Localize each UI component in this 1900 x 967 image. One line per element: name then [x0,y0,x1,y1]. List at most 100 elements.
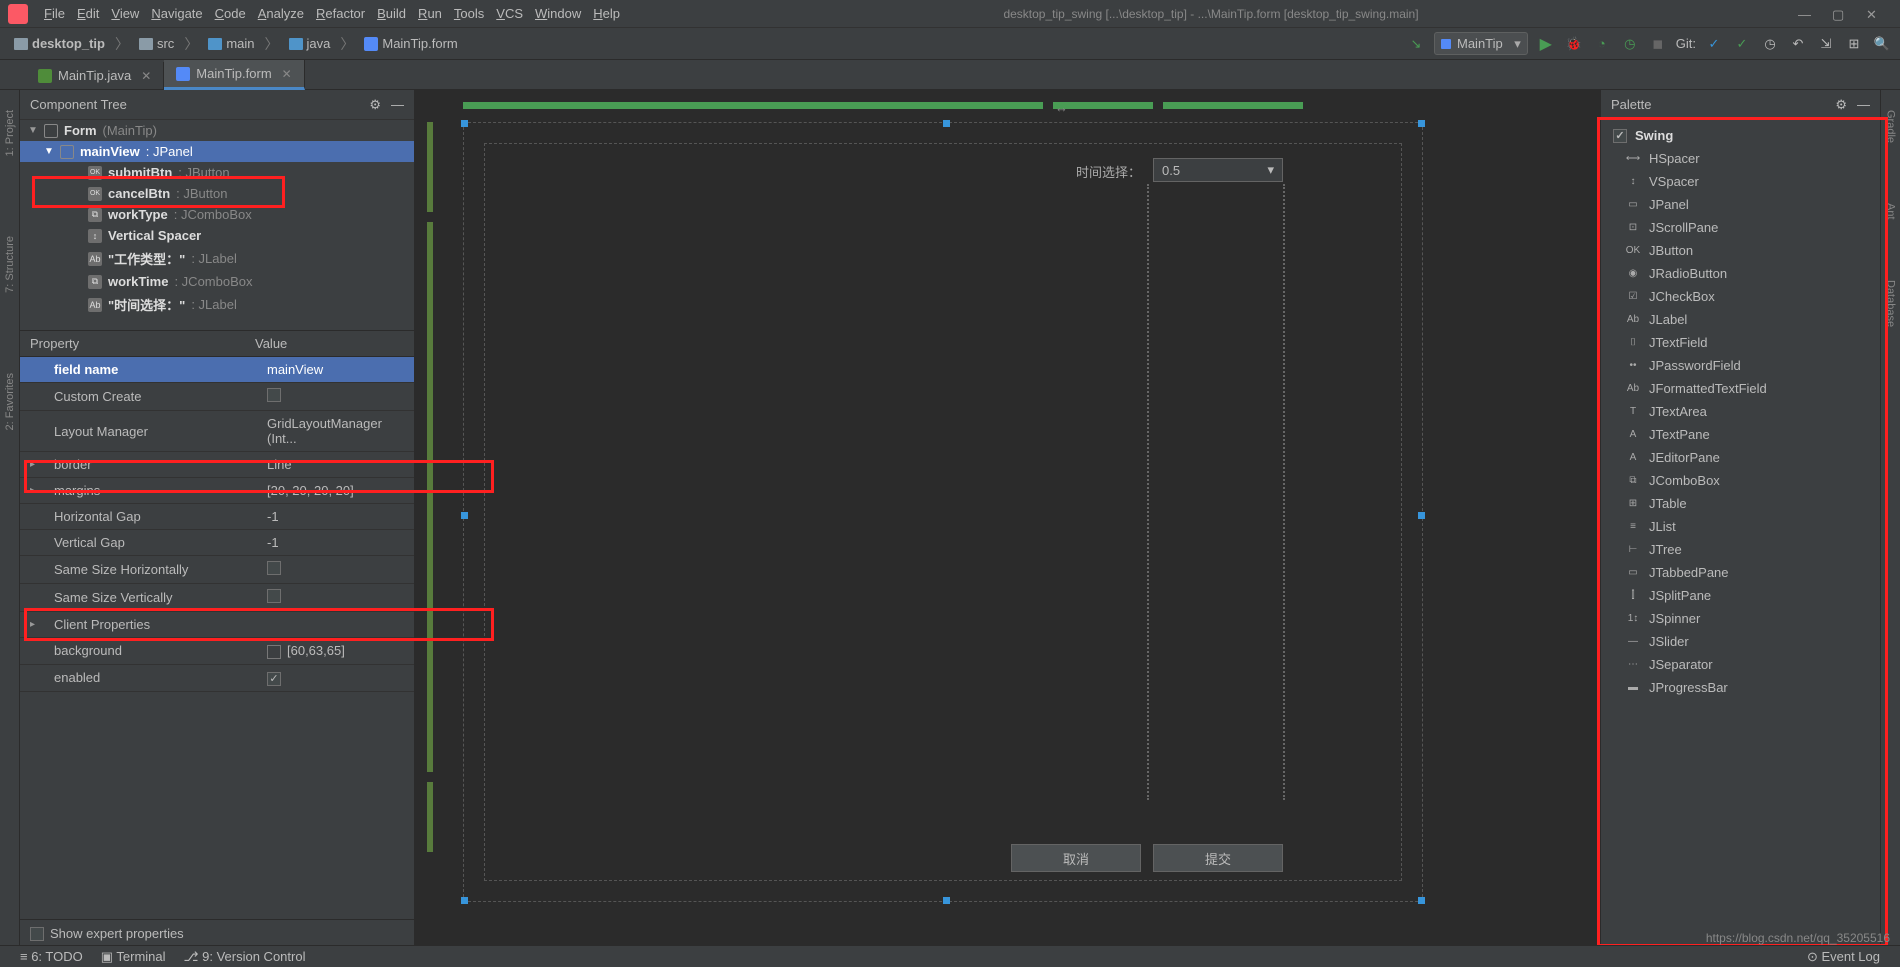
gear-icon[interactable]: ⚙ [1835,97,1847,113]
palette-group-swing[interactable]: Swing [1601,124,1880,147]
property-row[interactable]: field namemainView [20,357,414,383]
menu-file[interactable]: File [40,4,69,23]
ide-structure-icon[interactable]: ⊞ [1844,34,1864,54]
selection-handle[interactable] [1418,897,1425,904]
debug-icon[interactable]: 🐞 [1564,34,1584,54]
tool-window-project[interactable]: 1: Project [4,110,16,156]
menu-vcs[interactable]: VCS [492,4,527,23]
run-icon[interactable]: ▶ [1536,34,1556,54]
close-icon[interactable]: ✕ [1866,7,1880,21]
git-update-icon[interactable]: ✓ [1704,34,1724,54]
tree-node[interactable]: ⧉workTime : JComboBox [20,271,414,292]
palette-item-jeditorpane[interactable]: AJEditorPane [1601,446,1880,469]
stop-icon[interactable]: ◼ [1648,34,1668,54]
form-canvas[interactable]: 时间选择： 0.5 ▾ 取消 提交 [463,122,1423,902]
property-row[interactable]: Layout ManagerGridLayoutManager (Int... [20,411,414,452]
breadcrumb-item[interactable]: desktop_tip [8,34,111,53]
palette-item-jslider[interactable]: —JSlider [1601,630,1880,653]
palette-item-jpasswordfield[interactable]: ••JPasswordField [1601,354,1880,377]
property-row[interactable]: Same Size Vertically [20,584,414,612]
tab-maintip-java[interactable]: MainTip.java✕ [26,62,164,89]
coverage-icon[interactable]: ◔ [1592,34,1612,54]
run-configuration-selector[interactable]: MainTip [1434,32,1528,55]
property-row[interactable]: background[60,63,65] [20,638,414,665]
property-row[interactable]: Vertical Gap-1 [20,530,414,556]
profile-icon[interactable]: ◷ [1620,34,1640,54]
palette-item-jcheckbox[interactable]: ☑JCheckBox [1601,285,1880,308]
palette-item-hspacer[interactable]: ⟷HSpacer [1601,147,1880,170]
menu-analyze[interactable]: Analyze [254,4,308,23]
bottom-tool-todo[interactable]: ≡ 6: TODO [20,949,83,964]
palette-item-jlabel[interactable]: AbJLabel [1601,308,1880,331]
menu-build[interactable]: Build [373,4,410,23]
bottom-tool-terminal[interactable]: ▣ Terminal [101,949,166,965]
palette-item-jradiobutton[interactable]: ◉JRadioButton [1601,262,1880,285]
checkbox-icon[interactable] [267,561,281,575]
palette-item-jlist[interactable]: ≡JList [1601,515,1880,538]
property-row[interactable]: Same Size Horizontally [20,556,414,584]
tree-node[interactable]: ⧉workType : JComboBox [20,204,414,225]
show-expert-checkbox[interactable]: Show expert properties [20,919,414,947]
breadcrumb-item[interactable]: main [202,34,260,53]
hammer-icon[interactable]: ↘ [1406,34,1426,54]
property-row[interactable]: enabled [20,665,414,692]
checkbox-icon[interactable] [267,672,281,686]
palette-item-jpanel[interactable]: ▭JPanel [1601,193,1880,216]
menu-run[interactable]: Run [414,4,446,23]
selection-handle[interactable] [943,897,950,904]
tool-window-gradle[interactable]: Gradle [1885,110,1897,143]
palette-item-jformattedtextfield[interactable]: AbJFormattedTextField [1601,377,1880,400]
tab-maintip-form[interactable]: MainTip.form✕ [164,60,304,90]
form-designer[interactable]: ↔ 时间选择： 0.5 ▾ 取消 提交 [415,90,1600,947]
menu-refactor[interactable]: Refactor [312,4,369,23]
menu-tools[interactable]: Tools [450,4,488,23]
breadcrumb-item[interactable]: MainTip.form [358,34,463,53]
menu-view[interactable]: View [107,4,143,23]
bottom-tool-versioncontrol[interactable]: ⎇ 9: Version Control [184,949,306,965]
breadcrumb-item[interactable]: java [283,34,337,53]
property-row[interactable]: ▸Client Properties [20,612,414,638]
palette-item-jbutton[interactable]: OKJButton [1601,239,1880,262]
palette-item-jtextarea[interactable]: TJTextArea [1601,400,1880,423]
event-log-button[interactable]: ⊙ Event Log [1807,949,1880,965]
tool-window-structure[interactable]: 7: Structure [4,236,16,293]
menu-navigate[interactable]: Navigate [147,4,206,23]
close-tab-icon[interactable]: ✕ [141,69,151,83]
selection-handle[interactable] [1418,512,1425,519]
checkbox-icon[interactable] [267,589,281,603]
tree-node[interactable]: Ab"时间选择：" : JLabel [20,292,414,317]
tree-node[interactable]: ▼Form (MainTip) [20,120,414,141]
git-revert-icon[interactable]: ↶ [1788,34,1808,54]
palette-item-vspacer[interactable]: ↕VSpacer [1601,170,1880,193]
git-push-icon[interactable]: ⇲ [1816,34,1836,54]
tool-window-ant[interactable]: Ant [1885,203,1897,220]
submit-button[interactable]: 提交 [1153,844,1283,872]
time-combobox[interactable]: 0.5 ▾ [1153,158,1283,182]
breadcrumb-item[interactable]: src [133,34,180,53]
palette-item-jprogressbar[interactable]: ▬JProgressBar [1601,676,1880,699]
property-row[interactable]: Custom Create [20,383,414,411]
palette-item-jspinner[interactable]: 1↕JSpinner [1601,607,1880,630]
hide-icon[interactable]: — [1857,97,1870,113]
git-commit-icon[interactable]: ✓ [1732,34,1752,54]
resize-handle-icon[interactable]: ↔ [1055,100,1068,115]
tool-window-favorites[interactable]: 2: Favorites [4,373,16,430]
cancel-button[interactable]: 取消 [1011,844,1141,872]
palette-item-jtabbedpane[interactable]: ▭JTabbedPane [1601,561,1880,584]
maximize-icon[interactable]: ▢ [1832,7,1846,21]
palette-item-jcombobox[interactable]: ⧉JComboBox [1601,469,1880,492]
menu-window[interactable]: Window [531,4,585,23]
search-icon[interactable]: 🔍 [1872,34,1892,54]
property-row[interactable]: Horizontal Gap-1 [20,504,414,530]
minimize-icon[interactable]: — [1798,7,1812,21]
checkbox-icon[interactable] [267,388,281,402]
palette-item-jtextpane[interactable]: AJTextPane [1601,423,1880,446]
close-tab-icon[interactable]: ✕ [282,67,292,81]
palette-item-jtable[interactable]: ⊞JTable [1601,492,1880,515]
palette-item-jsplitpane[interactable]: ⫿JSplitPane [1601,584,1880,607]
selection-handle[interactable] [461,120,468,127]
selection-handle[interactable] [461,512,468,519]
menu-edit[interactable]: Edit [73,4,103,23]
selection-handle[interactable] [1418,120,1425,127]
gear-icon[interactable]: ⚙ [369,97,381,113]
